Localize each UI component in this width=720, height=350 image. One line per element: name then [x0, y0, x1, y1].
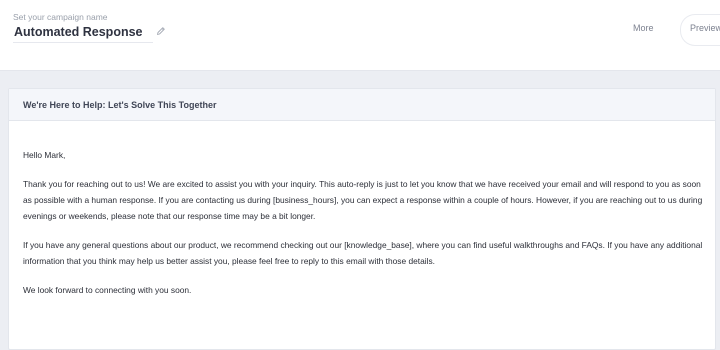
- email-paragraph-1: Thank you for reaching out to us! We are…: [23, 179, 703, 221]
- email-body: Hello Mark, Thank you for reaching out t…: [23, 147, 703, 311]
- campaign-name-field[interactable]: Automated Response: [14, 25, 143, 39]
- campaign-header: Set your campaign name Automated Respons…: [0, 0, 720, 71]
- campaign-name-label: Set your campaign name: [13, 12, 108, 22]
- email-closing: We look forward to connecting with you s…: [23, 285, 192, 295]
- email-subject: We're Here to Help: Let's Solve This Tog…: [23, 100, 217, 110]
- campaign-name-underline: [13, 42, 153, 43]
- pencil-icon[interactable]: [156, 26, 166, 36]
- email-paragraph-2: If you have any general questions about …: [23, 240, 703, 266]
- preview-button[interactable]: Preview: [690, 23, 720, 33]
- subject-bar: We're Here to Help: Let's Solve This Tog…: [9, 89, 715, 121]
- email-preview-card: We're Here to Help: Let's Solve This Tog…: [8, 88, 716, 350]
- more-button[interactable]: More: [633, 23, 654, 33]
- email-greeting: Hello Mark,: [23, 150, 66, 160]
